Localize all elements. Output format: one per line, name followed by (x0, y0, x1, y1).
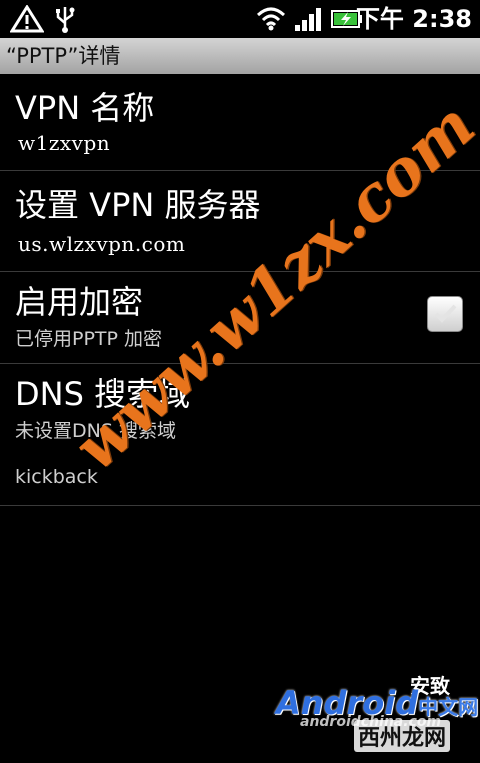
logo-main-text: Android中文网 (276, 684, 478, 722)
setting-vpn-name[interactable]: VPN 名称 w1zxvpn (0, 74, 480, 171)
status-bar: 下午 2:38 (0, 0, 480, 38)
setting-summary: 未设置DNS 搜索域 (15, 420, 176, 442)
logo-main-cn: 中文网 (418, 695, 479, 719)
setting-extra: kickback (15, 466, 98, 488)
setting-dns-search-domain[interactable]: DNS 搜索域 未设置DNS 搜索域 kickback (0, 364, 480, 506)
setting-summary: 已停用PPTP 加密 (15, 328, 163, 350)
logo-sub-text: androidchina.com (300, 714, 442, 730)
checkmark-icon (434, 304, 457, 323)
clock: 下午 2:38 (355, 5, 472, 33)
setting-title: DNS 搜索域 (15, 375, 191, 413)
setting-title: 设置 VPN 服务器 (15, 186, 261, 224)
setting-enable-encryption[interactable]: 启用加密 已停用PPTP 加密 (0, 272, 480, 364)
settings-list: VPN 名称 w1zxvpn 设置 VPN 服务器 us.wlzxvpn.com… (0, 74, 480, 506)
page-title: “PPTP”详情 (0, 38, 480, 74)
wifi-icon (256, 7, 286, 31)
androidchina-logo: 安致 Android中文网 androidchina.com 西州龙网 (276, 670, 478, 760)
setting-vpn-server[interactable]: 设置 VPN 服务器 us.wlzxvpn.com (0, 171, 480, 272)
logo-stamp: 西州龙网 (354, 720, 451, 752)
signal-icon (295, 8, 321, 31)
setting-title: VPN 名称 (15, 89, 155, 127)
encryption-checkbox[interactable] (427, 296, 463, 332)
logo-top-text: 安致 (410, 674, 450, 698)
usb-icon (56, 7, 75, 33)
setting-value: w1zxvpn (18, 131, 111, 155)
setting-value: us.wlzxvpn.com (18, 232, 186, 256)
setting-title: 启用加密 (15, 283, 144, 321)
alert-icon (10, 5, 44, 33)
logo-main-en: Android (276, 684, 419, 722)
